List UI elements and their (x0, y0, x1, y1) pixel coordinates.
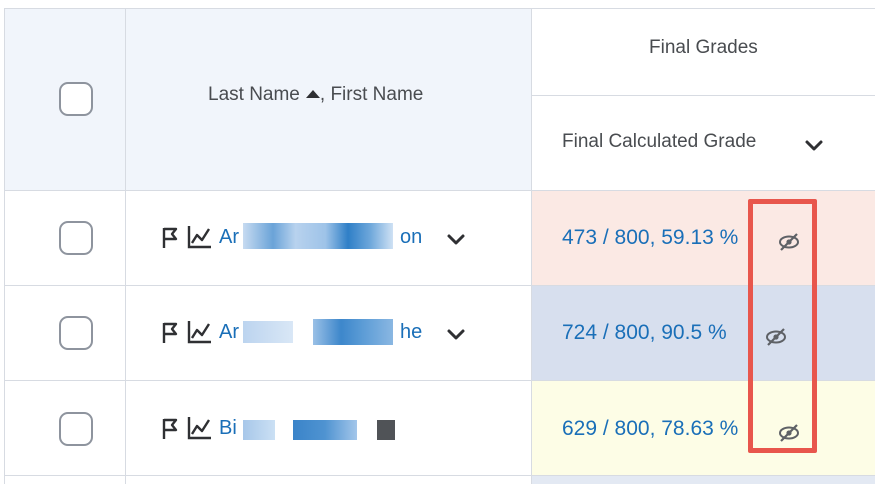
student-name-link-end[interactable]: on (400, 226, 422, 249)
final-grades-header: Final Grades (649, 37, 758, 58)
line-chart-icon[interactable] (186, 224, 214, 250)
grades-table: Last Name, First Name Final Grades Final… (4, 8, 875, 484)
final-calculated-grade-header[interactable]: Final Calculated Grade (562, 131, 756, 153)
line-chart-icon[interactable] (186, 319, 214, 345)
flag-icon[interactable] (160, 417, 182, 441)
name-separator: , (319, 84, 331, 105)
student-name-link[interactable]: Bi (219, 417, 237, 440)
redacted-name (243, 319, 393, 345)
final-grade-value[interactable]: 629 / 800, 78.63 % (562, 417, 738, 441)
select-all-checkbox[interactable] (59, 82, 93, 116)
chevron-down-icon[interactable] (446, 233, 466, 247)
redacted-name (243, 223, 393, 249)
highlight-box (748, 199, 817, 453)
chevron-down-icon[interactable] (804, 139, 824, 153)
student-name-link[interactable]: Ar (219, 226, 239, 249)
chevron-down-icon[interactable] (446, 328, 466, 342)
last-name-sort-link[interactable]: Last Name (208, 84, 300, 105)
student-name-link-end[interactable]: he (400, 321, 422, 344)
flag-icon[interactable] (160, 226, 182, 250)
line-chart-icon[interactable] (186, 415, 214, 441)
column-divider (125, 9, 126, 484)
row-select-checkbox[interactable] (59, 316, 93, 350)
row-select-checkbox[interactable] (59, 221, 93, 255)
name-column-header[interactable]: Last Name, First Name (208, 84, 423, 106)
redacted-name (243, 418, 403, 442)
row-select-checkbox[interactable] (59, 412, 93, 446)
final-grade-value[interactable]: 473 / 800, 59.13 % (562, 226, 738, 250)
flag-icon[interactable] (160, 321, 182, 345)
student-name-link[interactable]: Ar (219, 321, 239, 344)
header-divider (531, 95, 875, 96)
first-name-sort-link[interactable]: First Name (330, 84, 423, 105)
sort-ascending-icon (305, 89, 320, 98)
final-grade-value[interactable]: 724 / 800, 90.5 % (562, 321, 727, 345)
